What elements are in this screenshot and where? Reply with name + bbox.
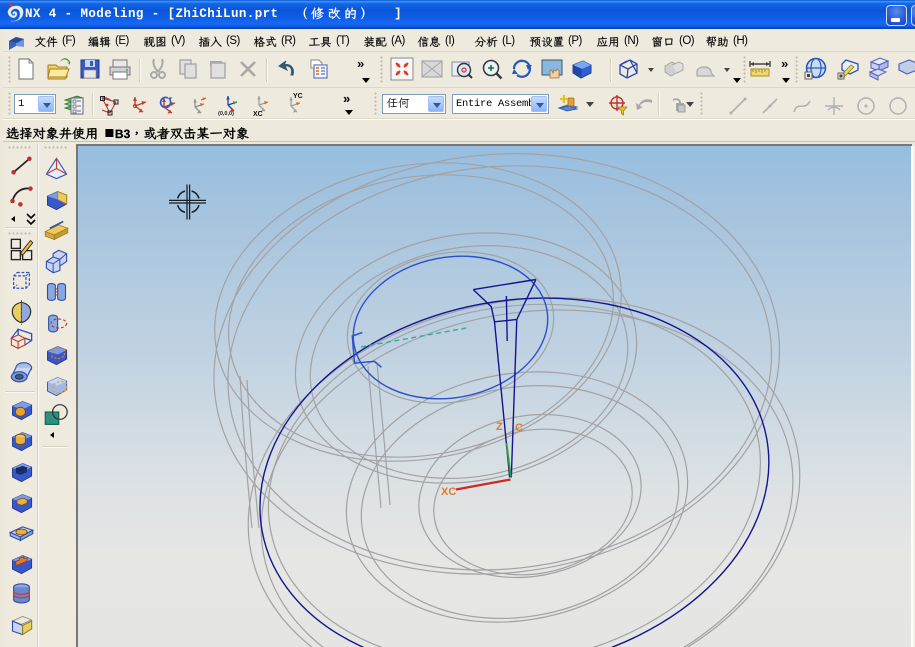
svg-text:Z: Z [496, 421, 503, 433]
svg-text:XC: XC [253, 111, 263, 118]
svg-text:YC: YC [293, 93, 303, 100]
svg-text:(0,0,0): (0,0,0) [218, 111, 234, 117]
svg-text:XC: XC [441, 486, 456, 498]
svg-text:C: C [515, 422, 523, 434]
